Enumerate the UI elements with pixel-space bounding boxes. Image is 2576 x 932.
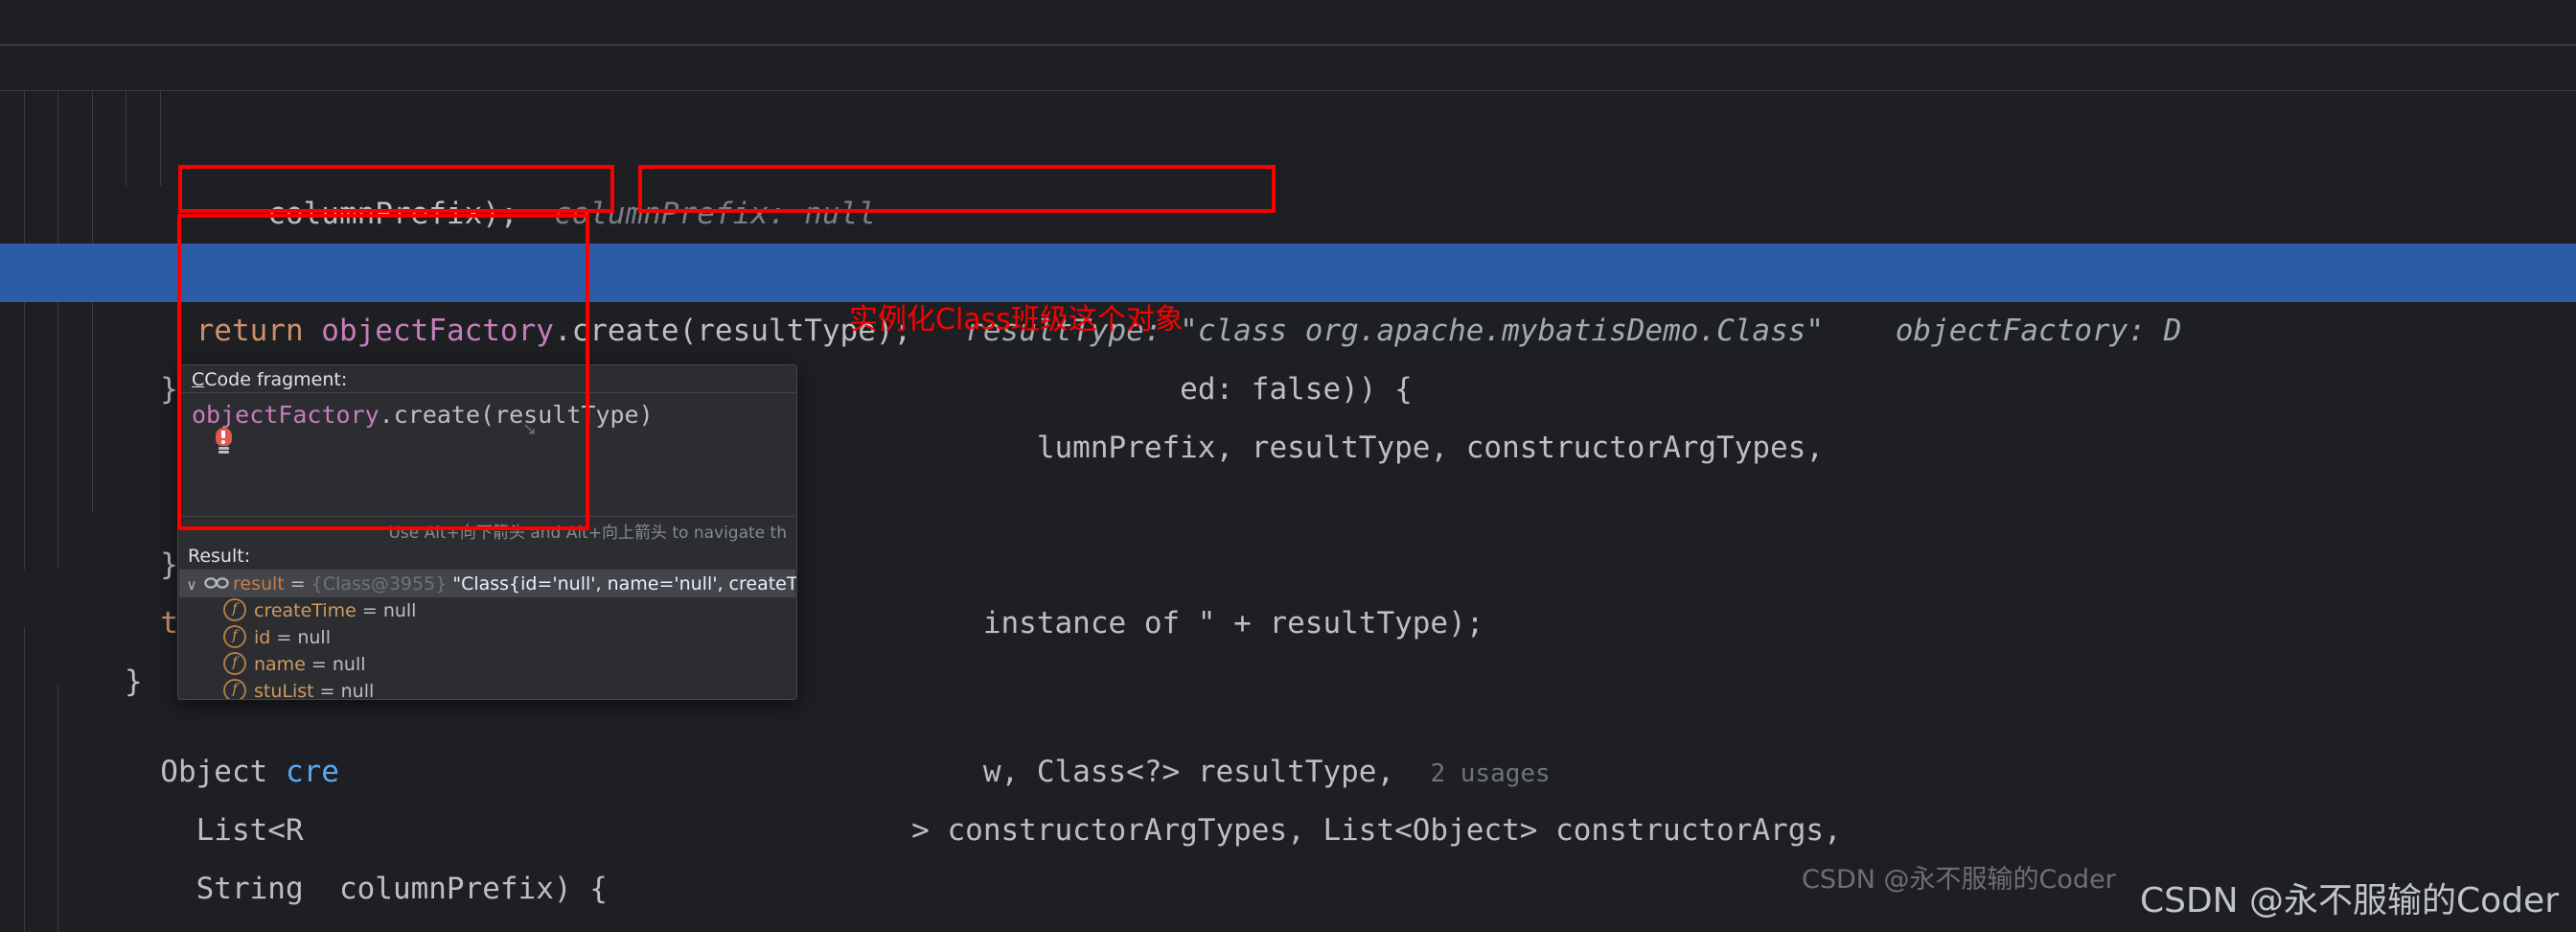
result-tree[interactable]: ∨ result = {Class@3955} "Class{id='null'… xyxy=(179,570,797,700)
intention-bulb-icon[interactable] xyxy=(214,428,235,454)
field-icon: f xyxy=(223,597,246,621)
expression-text: objectFactory.create(resultType) xyxy=(192,401,654,429)
code-line[interactable]: String columnPrefix) { xyxy=(0,802,2576,906)
equals-sign: = xyxy=(270,627,298,648)
chevron-down-icon[interactable]: ∨ xyxy=(179,571,204,598)
chinese-annotation-note: 实例化Class班级这个对象 xyxy=(849,303,1184,337)
tree-row[interactable]: ∨ result = {Class@3955} "Class{id='null'… xyxy=(179,571,797,598)
sticky-class-declaration[interactable]: public class DefaultResultSetHandler imp… xyxy=(0,0,2576,45)
variable-name: name xyxy=(254,654,306,675)
result-label: Result: xyxy=(188,546,251,567)
tree-row[interactable]: f createTime = null xyxy=(179,597,795,624)
equals-sign: = xyxy=(305,654,333,675)
field-icon: f xyxy=(223,651,246,675)
variable-name: stuList xyxy=(254,681,314,700)
tree-row[interactable]: f name = null xyxy=(179,651,795,678)
code-fragment-label: CCode fragment: xyxy=(192,369,348,390)
sticky-method-declaration[interactable]: private Object createResultObject(Result… xyxy=(0,45,2576,91)
field-icon: f xyxy=(223,624,246,648)
tree-row[interactable]: f stuList = null xyxy=(179,678,795,700)
variable-value: "Class{id='null', name='null', createTim… xyxy=(452,573,797,594)
equals-sign: = xyxy=(284,573,311,594)
code-line[interactable]: columnPrefix); columnPrefix: null xyxy=(0,127,2576,231)
navigation-hint: Use Alt+向下箭头 and Alt+向上箭头 to navigate th xyxy=(388,524,787,543)
expression-input[interactable]: objectFactory.create(resultType) ↘ xyxy=(179,392,795,517)
variable-name: id xyxy=(254,627,271,648)
field-icon: f xyxy=(223,678,246,699)
watermark: CSDN @永不服输的Coder xyxy=(2139,881,2559,920)
code-fragment-label-text: Code fragment: xyxy=(204,369,348,390)
equals-sign: = xyxy=(313,681,341,700)
code-line-executing[interactable]: return objectFactory.create(resultType);… xyxy=(0,244,2576,348)
variable-value: null xyxy=(297,627,331,648)
variable-value: null xyxy=(382,600,417,621)
divider xyxy=(0,90,2576,91)
equals-sign: = xyxy=(356,600,383,621)
tree-row[interactable]: f id = null xyxy=(179,624,795,651)
caret-marker-icon: ↘ xyxy=(522,419,538,439)
evaluate-expression-popup[interactable]: CCode fragment: objectFactory.create(res… xyxy=(177,364,797,700)
variable-value: null xyxy=(332,654,366,675)
code-line[interactable]: } else if (...... ed: false)) { xyxy=(0,302,2576,407)
execution-highlight-gutter xyxy=(0,244,17,302)
code-line[interactable]: List<R > constructorArgTypes, List<Objec… xyxy=(0,743,2576,848)
sticky-header: public class DefaultResultSetHandler imp… xyxy=(0,0,2576,91)
ide-screenshot: columnPrefix); columnPrefix: null } else… xyxy=(0,0,2576,932)
variable-value: null xyxy=(340,681,375,700)
variable-name: result xyxy=(233,573,285,594)
watermark-faint: CSDN @永不服输的Coder xyxy=(1802,865,2116,895)
object-reference: {Class@3955} xyxy=(310,573,448,594)
variable-name: createTime xyxy=(254,600,356,621)
watch-glasses-icon xyxy=(204,571,233,597)
code-line[interactable]: } else if (resultType.isInterface() || m… xyxy=(0,185,2576,290)
